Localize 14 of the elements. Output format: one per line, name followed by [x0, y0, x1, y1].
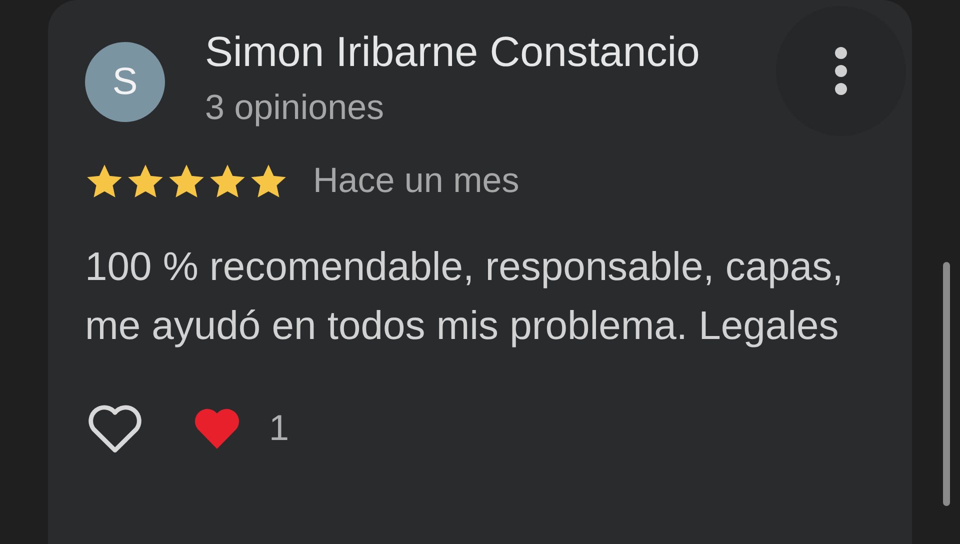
- star-icon: [167, 162, 206, 200]
- more-vert-icon: [834, 46, 848, 96]
- reaction-button[interactable]: 1: [192, 405, 290, 451]
- avatar: S: [85, 42, 165, 122]
- star-icon: [85, 162, 124, 200]
- star-icon: [208, 162, 247, 200]
- author-review-count: 3 opiniones: [205, 88, 386, 128]
- scrollbar[interactable]: [943, 262, 950, 506]
- review-text: 100 % recomendable, responsable, capas, me ayudó en todos mis problema. Legales: [85, 244, 844, 350]
- author-name[interactable]: Simon Iribarne Constancio: [205, 28, 700, 76]
- star-icon: [249, 162, 288, 200]
- star-icon: [126, 162, 165, 200]
- review-date: Hace un mes: [313, 161, 520, 201]
- reaction-count: 1: [269, 407, 290, 449]
